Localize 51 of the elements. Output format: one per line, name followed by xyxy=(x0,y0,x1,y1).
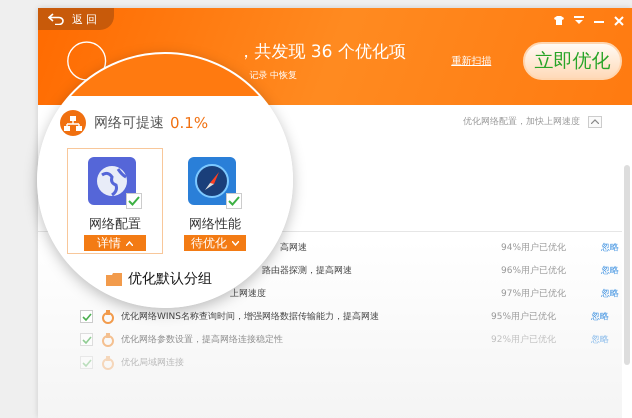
ignore-link[interactable]: 忽略 xyxy=(601,264,619,277)
tool-icon xyxy=(101,310,115,324)
shirt-icon[interactable] xyxy=(554,16,564,25)
checkbox[interactable] xyxy=(126,193,142,209)
ignore-link[interactable]: 忽略 xyxy=(591,310,609,323)
category-action-button[interactable]: 待优化 xyxy=(184,235,246,251)
category-name: 网络配置 xyxy=(89,216,141,233)
network-icon xyxy=(60,110,86,136)
back-button[interactable]: 返回 xyxy=(38,8,114,30)
optimized-share: 97%用户已优化 xyxy=(501,288,568,300)
optimized-share: 92%用户已优化 xyxy=(491,334,558,346)
menu-icon[interactable] xyxy=(574,16,584,24)
folder-icon xyxy=(106,272,122,286)
ignore-link[interactable]: 忽略 xyxy=(601,241,619,254)
optimization-item-text: 路由器探测，提高网速 xyxy=(262,264,353,277)
magnified-item-text: 优化默认分组 xyxy=(128,270,212,288)
section-hint: 优化网络配置，加快上网速度 xyxy=(463,116,580,128)
tool-icon xyxy=(101,356,115,370)
globe-icon xyxy=(88,157,136,205)
category-name: 网络性能 xyxy=(189,216,241,233)
category-card[interactable]: 网络性能 待优化 xyxy=(167,148,263,254)
collapse-button[interactable] xyxy=(588,116,602,128)
gauge-icon xyxy=(188,157,236,205)
scan-result-title: ，共发现 36 个优化项 xyxy=(237,41,407,63)
ignore-link[interactable]: 忽略 xyxy=(601,287,619,300)
checkbox[interactable] xyxy=(80,310,93,323)
checkbox[interactable] xyxy=(80,333,93,346)
tool-icon xyxy=(101,332,115,346)
caret-icon xyxy=(126,240,133,246)
category-action-button[interactable]: 详情 xyxy=(84,235,146,251)
optimization-item-text: 优化网络参数设置，提高网络连接稳定性 xyxy=(121,334,284,346)
scrollbar[interactable] xyxy=(624,165,630,365)
close-icon[interactable] xyxy=(614,16,624,26)
optimization-item-text: 高网速 xyxy=(280,242,308,254)
category-card[interactable]: 网络配置 详情 xyxy=(67,148,163,254)
optimized-share: 96%用户已优化 xyxy=(501,264,568,277)
caret-icon xyxy=(591,119,599,124)
scan-result-subtitle: 记录 中恢复 xyxy=(248,70,298,82)
ignore-link[interactable]: 忽略 xyxy=(591,333,609,346)
optimization-item-text: 上网速度 xyxy=(230,288,267,300)
optimization-item-text: 优化局域网连接 xyxy=(121,356,185,369)
speedup-value: 0.1% xyxy=(170,114,208,132)
optimized-share: 95%用户已优化 xyxy=(491,310,558,323)
back-arrow-icon xyxy=(48,13,64,25)
rescan-link[interactable]: 重新扫描 xyxy=(451,54,492,68)
caret-icon xyxy=(232,240,239,246)
optimize-now-button[interactable]: 立即优化 xyxy=(523,42,622,80)
optimized-share: 94%用户已优化 xyxy=(501,242,568,254)
speedup-label: 网络可提速 xyxy=(94,114,164,132)
checkbox[interactable] xyxy=(226,193,242,209)
optimization-item-text: 优化网络WINS名称查询时间，增强网络数据传输能力，提高网速 xyxy=(121,310,380,323)
